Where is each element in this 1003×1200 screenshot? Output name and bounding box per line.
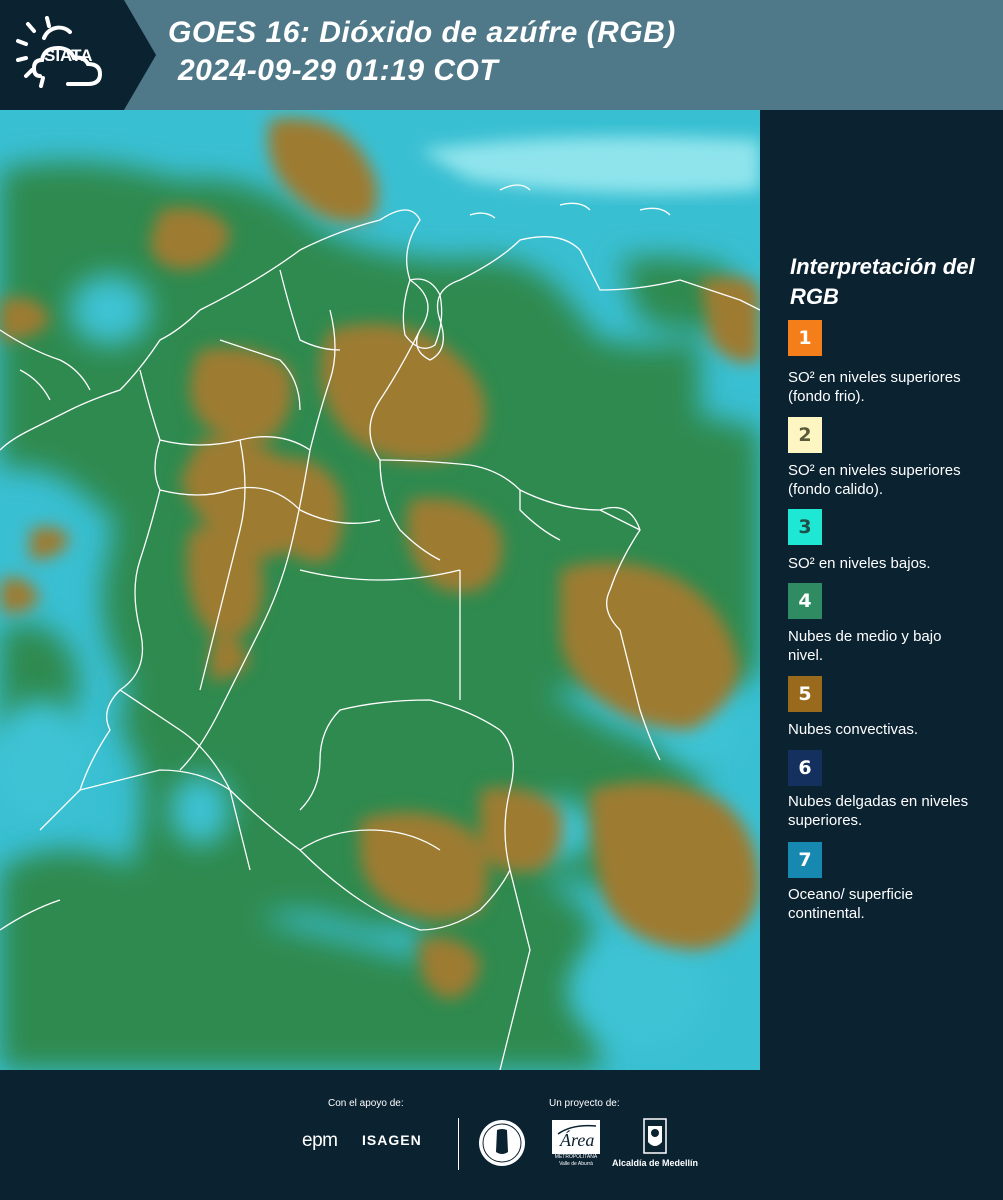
area-logo-name: METROPOLITANA xyxy=(554,1154,598,1160)
area-metropolitana-logo-icon: Área xyxy=(552,1120,600,1154)
alcaldia-shield-icon xyxy=(643,1118,667,1154)
legend-swatch-4: 4 xyxy=(788,583,822,619)
legend-swatch-3: 3 xyxy=(788,509,822,545)
logo-band: SIATA xyxy=(0,0,124,110)
alcaldia-label: Alcaldía de Medellín xyxy=(612,1158,699,1168)
satellite-map-svg xyxy=(0,110,760,1070)
header-bar: SIATA GOES 16: Dióxido de azúfre (RGB) 2… xyxy=(0,0,1003,110)
page-timestamp: 2024-09-29 01:19 COT xyxy=(178,54,499,87)
satellite-map xyxy=(0,110,760,1070)
footer-bar: Con el apoyo de: Un proyecto de: epm ISA… xyxy=(0,1070,1003,1200)
page-title: GOES 16: Dióxido de azúfre (RGB) xyxy=(168,16,676,49)
logo-arrow xyxy=(124,0,156,110)
project-label: Un proyecto de: xyxy=(549,1098,620,1109)
medellin-seal-icon xyxy=(479,1120,525,1166)
legend-label-7: Oceano/ superficie continental. xyxy=(788,886,914,922)
legend-swatch-5: 5 xyxy=(788,676,822,712)
legend-swatch-1: 1 xyxy=(788,320,822,356)
isagen-logo: ISAGEN xyxy=(362,1132,422,1148)
legend-label-1: SO² en niveles superiores (fondo frio). xyxy=(788,369,961,405)
legend-swatch-7: 7 xyxy=(788,842,822,878)
epm-logo: epm xyxy=(302,1130,338,1151)
legend-panel: Interpretación del RGB 1 SO² en niveles … xyxy=(760,110,1003,1070)
legend-label-4: Nubes de medio y bajo nivel. xyxy=(788,628,942,664)
area-logo-sub: Valle de Aburrá xyxy=(559,1161,593,1167)
siata-logo-text: SIATA xyxy=(44,46,93,65)
legend-label-5: Nubes convectivas. xyxy=(788,721,919,738)
legend-title: Interpretación del RGB xyxy=(790,254,975,309)
support-label: Con el apoyo de: xyxy=(328,1098,404,1109)
legend-swatch-6: 6 xyxy=(788,750,822,786)
legend-label-3: SO² en niveles bajos. xyxy=(788,555,931,572)
footer-divider xyxy=(458,1118,459,1170)
legend-label-6: Nubes delgadas en niveles superiores. xyxy=(788,793,969,829)
area-logo-text: Área xyxy=(559,1129,594,1150)
legend-label-2: SO² en niveles superiores (fondo calido)… xyxy=(788,462,961,498)
legend-swatch-2: 2 xyxy=(788,417,822,453)
